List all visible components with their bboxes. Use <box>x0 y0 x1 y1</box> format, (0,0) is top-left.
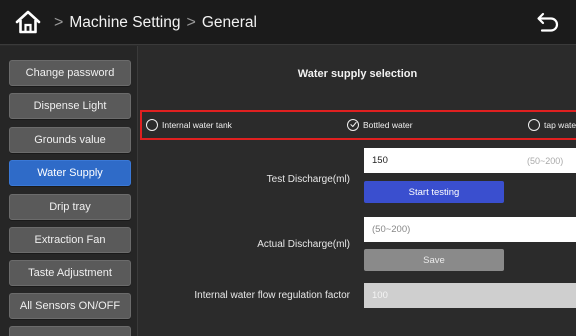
water-source-radio-group: Internal water tank Bottled water tap wa… <box>140 110 576 140</box>
radio-checked-icon <box>347 119 359 131</box>
actual-discharge-label: Actual Discharge(ml) <box>257 239 350 250</box>
section-title: Water supply selection <box>297 68 418 80</box>
main-panel: Water supply selection Internal water ta… <box>139 46 576 336</box>
sidebar-item-change-password[interactable]: Change password <box>9 60 131 86</box>
sidebar-item-extraction-fan[interactable]: Extraction Fan <box>9 227 131 253</box>
radio-label: Bottled water <box>363 120 413 130</box>
breadcrumb: > Machine Setting > General <box>54 0 257 45</box>
save-button[interactable]: Save <box>364 249 504 271</box>
breadcrumb-general: General <box>201 13 257 31</box>
test-discharge-label: Test Discharge(ml) <box>266 174 350 185</box>
home-icon[interactable] <box>14 9 42 35</box>
radio-label: Internal water tank <box>162 120 232 130</box>
sidebar-item-drip-tray[interactable]: Drip tray <box>9 194 131 220</box>
sidebar-item-all-sensors[interactable]: All Sensors ON/OFF <box>9 293 131 319</box>
header-bar: > Machine Setting > General <box>0 0 576 45</box>
sidebar-item-taste-adjustment[interactable]: Taste Adjustment <box>9 260 131 286</box>
flow-factor-value: 100 <box>372 290 388 301</box>
breadcrumb-machine-setting[interactable]: Machine Setting <box>69 14 180 32</box>
sidebar-item-water-supply[interactable]: Water Supply <box>9 160 131 186</box>
sidebar-item-dispense-light[interactable]: Dispense Light <box>9 93 131 119</box>
actual-discharge-placeholder: (50~200) <box>372 224 411 235</box>
test-discharge-range: (50~200) <box>527 155 564 166</box>
start-testing-button[interactable]: Start testing <box>364 181 504 203</box>
radio-unchecked-icon <box>528 119 540 131</box>
breadcrumb-separator: > <box>186 13 196 31</box>
sidebar-item-grounds-value[interactable]: Grounds value <box>9 127 131 153</box>
sidebar-item-more[interactable] <box>9 326 131 336</box>
sidebar: Change password Dispense Light Grounds v… <box>0 46 138 336</box>
test-discharge-value: 150 <box>372 155 388 166</box>
flow-factor-label: Internal water flow regulation factor <box>194 290 350 301</box>
radio-unchecked-icon <box>146 119 158 131</box>
radio-label: tap water <box>544 120 576 130</box>
breadcrumb-separator: > <box>54 13 64 31</box>
back-arrow-icon[interactable] <box>536 11 560 33</box>
actual-discharge-input[interactable]: (50~200) <box>364 217 576 242</box>
radio-tap-water[interactable]: tap water <box>528 112 576 138</box>
radio-internal-water-tank[interactable]: Internal water tank <box>146 112 232 138</box>
flow-factor-input: 100 <box>364 283 576 308</box>
test-discharge-input[interactable]: 150 (50~200) <box>364 148 576 173</box>
radio-bottled-water[interactable]: Bottled water <box>347 112 413 138</box>
